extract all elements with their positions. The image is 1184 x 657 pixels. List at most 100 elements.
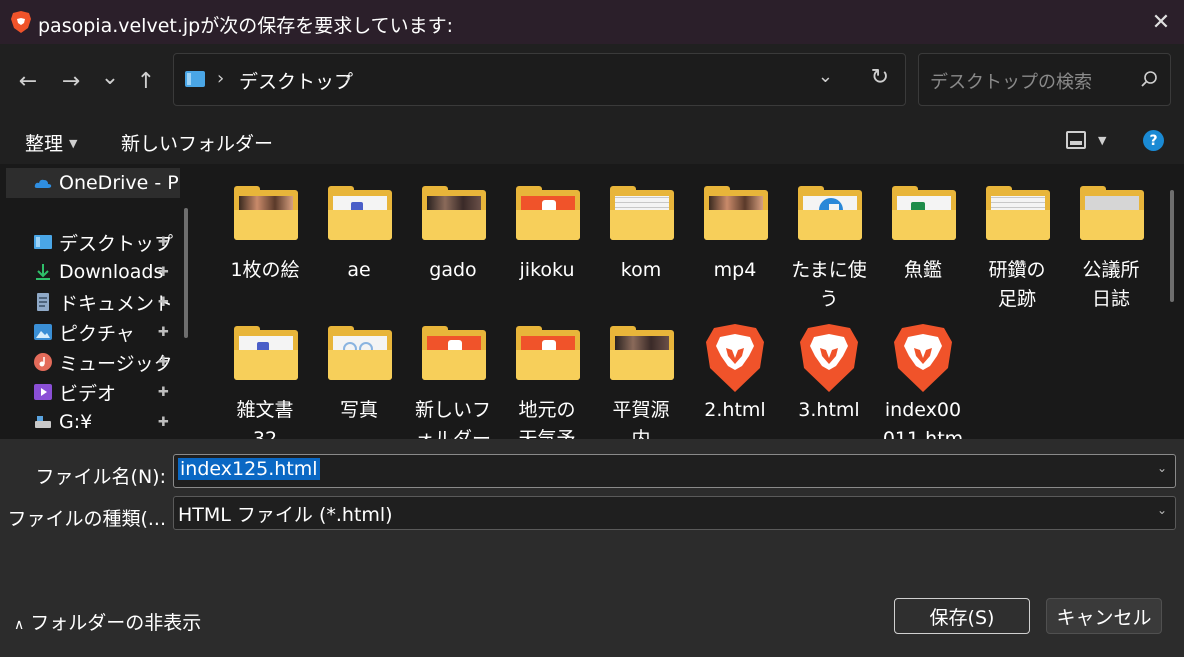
address-bar[interactable]: › デスクトップ › ⌄ ↻ (173, 53, 906, 106)
caret-down-icon[interactable]: ▼ (1098, 134, 1106, 147)
pin-icon[interactable]: ✚ (158, 295, 169, 310)
chevron-down-icon[interactable]: ⌄ (1157, 461, 1167, 475)
sidebar-item-onedrive[interactable]: OneDrive - P (6, 168, 180, 198)
title-bar: pasopia.velvet.jpが次の保存を要求しています: ✕ (0, 0, 1184, 44)
refresh-icon[interactable]: ↻ (871, 65, 889, 90)
folder-item[interactable]: 新しいフ ォルダー (406, 310, 500, 439)
sidebar-item-label: G:¥ (59, 411, 93, 433)
navigation-scrollbar[interactable] (184, 208, 188, 338)
file-name: jikoku (519, 259, 575, 281)
file-name: 平賀源 内 (612, 399, 670, 439)
folder-item[interactable]: kom (594, 170, 688, 320)
file-name: 1枚の絵 (230, 259, 300, 281)
pc-icon (185, 71, 205, 87)
folder-icon (704, 186, 768, 242)
file-list-scrollbar[interactable] (1170, 190, 1174, 302)
close-button[interactable]: ✕ (1138, 0, 1184, 44)
caret-down-icon: ▼ (69, 137, 78, 150)
sidebar-item-desktop[interactable]: デスクトップ ✚ (0, 227, 180, 257)
drive-icon (35, 416, 51, 428)
save-form: ファイル名(N): index125.html ⌄ ファイルの種類(... HT… (0, 439, 1184, 657)
folder-item[interactable]: ae (312, 170, 406, 320)
pin-icon[interactable]: ✚ (158, 325, 169, 340)
folder-icon (986, 186, 1050, 242)
file-item[interactable]: index00 011.htm (876, 310, 970, 439)
close-icon: ✕ (1151, 9, 1171, 35)
video-icon (34, 384, 52, 400)
breadcrumb-desktop[interactable]: デスクトップ (239, 67, 353, 94)
back-button[interactable]: ← (13, 66, 43, 96)
file-name: 魚鑑 (903, 259, 942, 281)
sidebar-item-label: OneDrive - P (59, 172, 179, 194)
desktop-icon (34, 235, 52, 249)
folder-item[interactable]: 1枚の絵 (218, 170, 312, 320)
sidebar-item-label: ミュージック (59, 352, 173, 375)
pin-icon[interactable]: ✚ (158, 415, 169, 430)
organize-button[interactable]: 整理 ▼ (25, 129, 77, 156)
sidebar-item-label: ピクチャ (59, 322, 135, 345)
file-list: 1枚の絵 ae gado jikoku kom mp4 たまに使 う 魚鑑 研鑽の 足跡 公議所 … (199, 164, 1184, 439)
hide-folders-label: フォルダーの非表示 (30, 612, 202, 634)
sidebar-item-music[interactable]: ミュージック ✚ (0, 347, 180, 377)
filename-input[interactable]: index125.html (178, 458, 320, 480)
folder-item[interactable]: gado (406, 170, 500, 320)
save-button[interactable]: 保存(S) (894, 598, 1030, 634)
brave-file-icon (798, 322, 860, 394)
navigation-pane: OneDrive - P デスクトップ ✚ Downloads ✚ ドキュメント… (0, 164, 199, 439)
folder-icon (516, 326, 580, 382)
sidebar-item-downloads[interactable]: Downloads ✚ (0, 257, 180, 287)
file-item[interactable]: 3.html (782, 310, 876, 439)
file-name: 公議所 日誌 (1082, 259, 1140, 310)
folder-item[interactable]: jikoku (500, 170, 594, 320)
folder-icon (422, 186, 486, 242)
forward-button[interactable]: → (56, 66, 86, 96)
pin-icon[interactable]: ✚ (158, 265, 169, 280)
download-icon (36, 264, 50, 280)
file-name: ae (347, 259, 371, 281)
breadcrumb-separator[interactable]: › (344, 68, 351, 89)
file-name: 研鑽の 足跡 (988, 259, 1046, 310)
pin-icon[interactable]: ✚ (158, 235, 169, 250)
cloud-icon (34, 179, 52, 188)
help-icon[interactable]: ? (1143, 130, 1164, 151)
new-folder-button[interactable]: 新しいフォルダー (121, 129, 273, 156)
sidebar-item-videos[interactable]: ビデオ ✚ (0, 377, 180, 407)
file-item[interactable]: 2.html (688, 310, 782, 439)
search-input[interactable]: デスクトップの検索 (930, 68, 1092, 94)
cancel-button[interactable]: キャンセル (1046, 598, 1162, 634)
address-history-dropdown[interactable]: ⌄ (818, 66, 833, 87)
folder-item[interactable]: たまに使 う (782, 170, 876, 320)
folder-item[interactable]: 研鑽の 足跡 (970, 170, 1064, 320)
folder-icon (328, 326, 392, 382)
folder-item[interactable]: 雑文書 32 (218, 310, 312, 439)
folder-item[interactable]: 平賀源 内 (594, 310, 688, 439)
pin-icon[interactable]: ✚ (158, 385, 169, 400)
filetype-select[interactable]: HTML ファイル (*.html) ⌄ (173, 496, 1176, 530)
view-options-icon[interactable] (1066, 131, 1086, 149)
folder-icon (234, 186, 298, 242)
sidebar-item-pictures[interactable]: ピクチャ ✚ (0, 317, 180, 347)
brave-shield-icon (11, 11, 31, 33)
sidebar-item-label: Downloads (59, 261, 164, 283)
filename-field[interactable]: index125.html ⌄ (173, 454, 1176, 488)
recent-locations-button[interactable]: ⌄ (95, 62, 125, 92)
folder-icon (610, 186, 674, 242)
sidebar-item-documents[interactable]: ドキュメント ✚ (0, 287, 180, 317)
file-name: 写真 (339, 399, 378, 421)
arrow-right-icon: → (61, 68, 81, 94)
folder-item[interactable]: mp4 (688, 170, 782, 320)
pin-icon[interactable]: ✚ (158, 355, 169, 370)
folder-item[interactable]: 地元の 天気予 (500, 310, 594, 439)
file-name: 3.html (798, 399, 860, 421)
chevron-down-icon[interactable]: ⌄ (1157, 503, 1167, 517)
folder-item[interactable]: 公議所 日誌 (1064, 170, 1158, 320)
folder-item[interactable]: 魚鑑 (876, 170, 970, 320)
folder-item[interactable]: 写真 (312, 310, 406, 439)
sidebar-item-label: ビデオ (59, 382, 117, 405)
folder-icon (328, 186, 392, 242)
sidebar-item-drive-g[interactable]: G:¥ ✚ (0, 407, 180, 437)
breadcrumb-separator[interactable]: › (217, 68, 224, 89)
up-button[interactable]: ↑ (131, 66, 161, 96)
search-box[interactable]: デスクトップの検索 (918, 53, 1171, 106)
hide-folders-button[interactable]: ∧ フォルダーの非表示 (14, 608, 201, 635)
